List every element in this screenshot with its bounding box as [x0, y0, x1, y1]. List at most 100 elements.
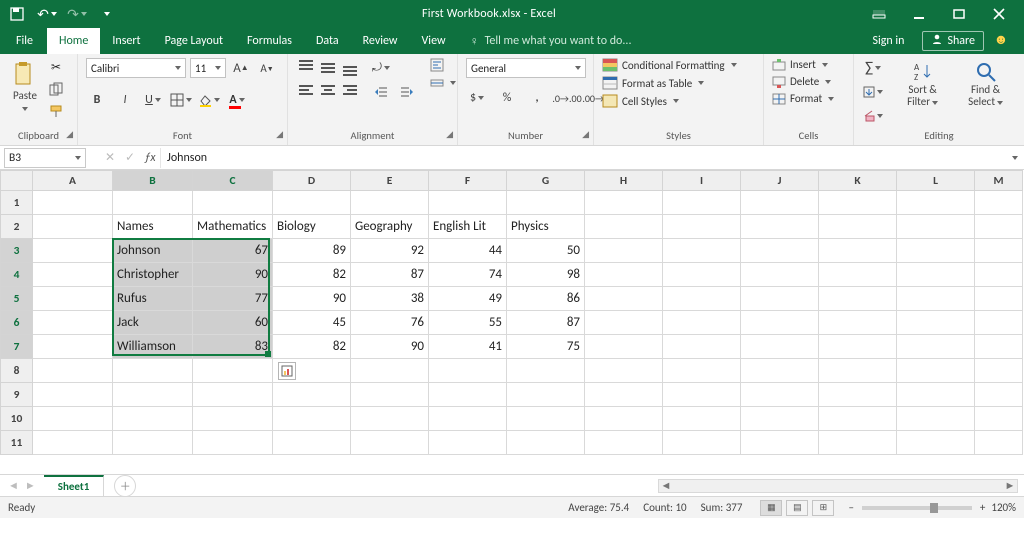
- cell-M5[interactable]: [975, 287, 1023, 311]
- cell-H2[interactable]: [585, 215, 663, 239]
- cell-B3[interactable]: Johnson: [113, 239, 193, 263]
- col-header-L[interactable]: L: [897, 171, 975, 191]
- align-bottom-icon[interactable]: [340, 58, 360, 78]
- cell-B9[interactable]: [113, 383, 193, 407]
- close-button[interactable]: [986, 4, 1012, 24]
- cell-A6[interactable]: [33, 311, 113, 335]
- save-icon[interactable]: [8, 5, 26, 23]
- feedback-smile-icon[interactable]: ☻: [990, 28, 1012, 50]
- cell-A11[interactable]: [33, 431, 113, 455]
- cell-H10[interactable]: [585, 407, 663, 431]
- comma-format-icon[interactable]: ,: [526, 88, 548, 108]
- cell-E4[interactable]: 87: [351, 263, 429, 287]
- cell-C4[interactable]: 90: [193, 263, 273, 287]
- cell-A4[interactable]: [33, 263, 113, 287]
- cell-A9[interactable]: [33, 383, 113, 407]
- autosum-icon[interactable]: ∑: [862, 58, 884, 78]
- format-as-table-button[interactable]: Format as Table: [602, 76, 737, 90]
- col-header-M[interactable]: M: [975, 171, 1023, 191]
- col-header-D[interactable]: D: [273, 171, 351, 191]
- cell-G8[interactable]: [507, 359, 585, 383]
- cell-L1[interactable]: [897, 191, 975, 215]
- cell-H4[interactable]: [585, 263, 663, 287]
- row-header-6[interactable]: 6: [1, 311, 33, 335]
- cell-A7[interactable]: [33, 335, 113, 359]
- cell-H3[interactable]: [585, 239, 663, 263]
- zoom-in-button[interactable]: +: [980, 501, 985, 514]
- cell-E6[interactable]: 76: [351, 311, 429, 335]
- scroll-left-icon[interactable]: ◄: [659, 479, 673, 492]
- borders-button[interactable]: [170, 90, 192, 110]
- copy-icon[interactable]: [46, 80, 66, 98]
- conditional-formatting-button[interactable]: Conditional Formatting: [602, 58, 737, 72]
- cut-icon[interactable]: ✂: [46, 58, 66, 76]
- cell-B6[interactable]: Jack: [113, 311, 193, 335]
- cell-B5[interactable]: Rufus: [113, 287, 193, 311]
- cell-J11[interactable]: [741, 431, 819, 455]
- row-header-5[interactable]: 5: [1, 287, 33, 311]
- merge-center-button[interactable]: [430, 76, 456, 90]
- cell-G4[interactable]: 98: [507, 263, 585, 287]
- row-header-9[interactable]: 9: [1, 383, 33, 407]
- zoom-slider[interactable]: [862, 506, 972, 510]
- cell-D2[interactable]: Biology: [273, 215, 351, 239]
- cell-J7[interactable]: [741, 335, 819, 359]
- fill-icon[interactable]: [862, 82, 884, 102]
- cell-G7[interactable]: 75: [507, 335, 585, 359]
- cell-F11[interactable]: [429, 431, 507, 455]
- col-header-J[interactable]: J: [741, 171, 819, 191]
- sort-filter-button[interactable]: AZ Sort & Filter: [894, 58, 951, 110]
- align-center-icon[interactable]: [318, 80, 338, 100]
- font-dialog-launcher[interactable]: ◢: [276, 129, 283, 140]
- cell-F2[interactable]: English Lit: [429, 215, 507, 239]
- cell-J10[interactable]: [741, 407, 819, 431]
- cell-B10[interactable]: [113, 407, 193, 431]
- decrease-indent-icon[interactable]: [370, 82, 392, 102]
- cell-E2[interactable]: Geography: [351, 215, 429, 239]
- insert-cells-button[interactable]: Insert: [772, 58, 834, 71]
- number-format-select[interactable]: General: [466, 58, 586, 78]
- cell-F9[interactable]: [429, 383, 507, 407]
- cell-K6[interactable]: [819, 311, 897, 335]
- cell-styles-button[interactable]: Cell Styles: [602, 94, 737, 108]
- tab-file[interactable]: File: [6, 28, 47, 54]
- cell-I7[interactable]: [663, 335, 741, 359]
- maximize-button[interactable]: [946, 4, 972, 24]
- enter-entry-icon[interactable]: ✓: [120, 148, 140, 168]
- font-size-select[interactable]: 11: [190, 58, 226, 78]
- cell-C6[interactable]: 60: [193, 311, 273, 335]
- cell-D4[interactable]: 82: [273, 263, 351, 287]
- cell-J4[interactable]: [741, 263, 819, 287]
- cell-F1[interactable]: [429, 191, 507, 215]
- cell-H9[interactable]: [585, 383, 663, 407]
- italic-button[interactable]: I: [114, 90, 136, 110]
- row-header-7[interactable]: 7: [1, 335, 33, 359]
- row-header-1[interactable]: 1: [1, 191, 33, 215]
- cell-B8[interactable]: [113, 359, 193, 383]
- tab-view[interactable]: View: [410, 28, 458, 54]
- cell-L6[interactable]: [897, 311, 975, 335]
- clipboard-dialog-launcher[interactable]: ◢: [66, 129, 73, 140]
- cancel-entry-icon[interactable]: ✕: [100, 148, 120, 168]
- cell-C2[interactable]: Mathematics: [193, 215, 273, 239]
- cell-C1[interactable]: [193, 191, 273, 215]
- cell-K1[interactable]: [819, 191, 897, 215]
- cell-H1[interactable]: [585, 191, 663, 215]
- cell-B4[interactable]: Christopher: [113, 263, 193, 287]
- cell-E1[interactable]: [351, 191, 429, 215]
- cell-G10[interactable]: [507, 407, 585, 431]
- col-header-C[interactable]: C: [193, 171, 273, 191]
- sheet-tab-sheet1[interactable]: Sheet1: [44, 475, 105, 496]
- formula-input[interactable]: Johnson: [160, 148, 1006, 168]
- tab-page-layout[interactable]: Page Layout: [153, 28, 235, 54]
- cell-C10[interactable]: [193, 407, 273, 431]
- cell-F8[interactable]: [429, 359, 507, 383]
- row-header-2[interactable]: 2: [1, 215, 33, 239]
- cell-H6[interactable]: [585, 311, 663, 335]
- zoom-level[interactable]: 120%: [991, 501, 1016, 514]
- accounting-format-icon[interactable]: $: [466, 88, 488, 108]
- cell-F6[interactable]: 55: [429, 311, 507, 335]
- cell-K5[interactable]: [819, 287, 897, 311]
- orientation-icon[interactable]: ⤾: [370, 58, 392, 78]
- cell-E3[interactable]: 92: [351, 239, 429, 263]
